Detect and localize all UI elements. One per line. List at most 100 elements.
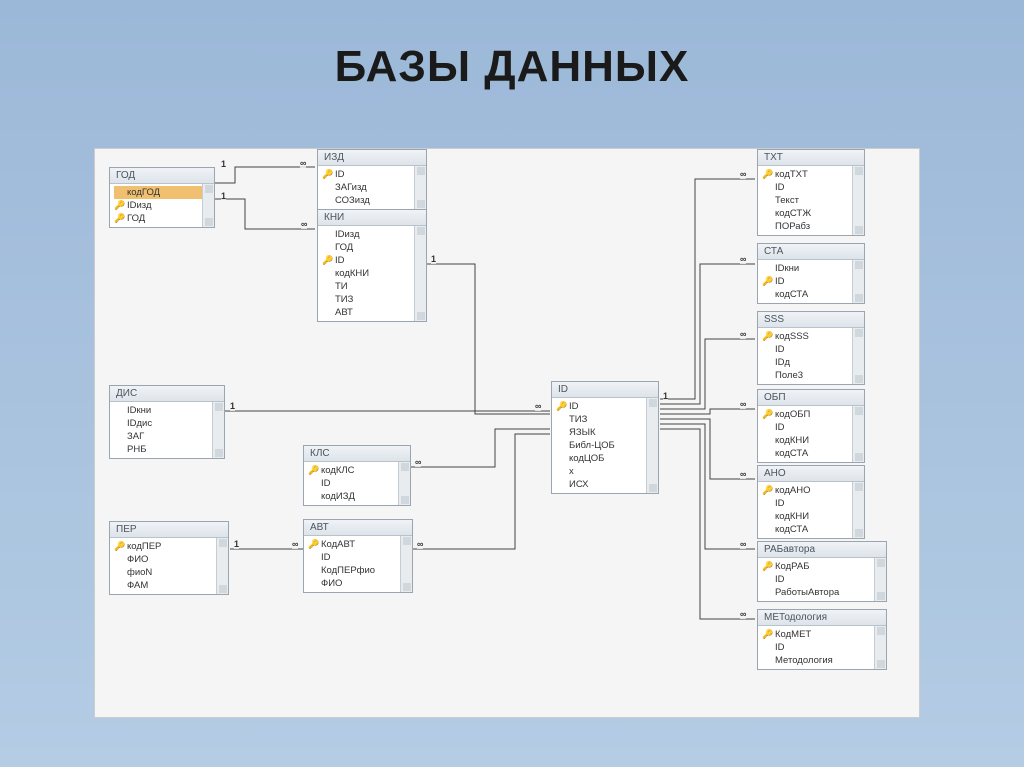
field-name: IDд <box>773 357 790 368</box>
table-row[interactable]: 🔑ID <box>322 254 426 267</box>
field-name: ТИЗ <box>567 414 587 425</box>
field-name: ИСХ <box>567 479 589 490</box>
table-row[interactable]: кодИЗД <box>308 490 410 503</box>
table-row[interactable]: кодКНИ <box>322 267 426 280</box>
table-kni[interactable]: КНИ IDиздГОД🔑IDкодКНИТИТИЗАВТ <box>317 209 427 322</box>
table-row[interactable]: ID <box>762 573 886 586</box>
scrollbar[interactable] <box>852 482 864 538</box>
table-row[interactable]: IDкни <box>762 262 864 275</box>
table-row[interactable]: ПОРабз <box>762 220 864 233</box>
table-row[interactable]: 🔑кодКЛС <box>308 464 410 477</box>
table-row[interactable]: 🔑ID <box>762 275 864 288</box>
table-met[interactable]: МЕТодология 🔑КодМЕТIDМетодология <box>757 609 887 670</box>
table-row[interactable]: СОЗизд <box>322 194 426 207</box>
table-row[interactable]: ИСХ <box>556 478 658 491</box>
table-cta[interactable]: СТА IDкни🔑IDкодСТА <box>757 243 865 304</box>
table-row[interactable]: 🔑ГОД <box>114 212 214 225</box>
table-row[interactable]: ID <box>308 551 412 564</box>
table-row[interactable]: ID <box>762 641 886 654</box>
field-name: Текст <box>773 195 799 206</box>
table-row[interactable]: ID <box>762 181 864 194</box>
table-row[interactable]: 🔑кодОБП <box>762 408 864 421</box>
scrollbar[interactable] <box>852 260 864 303</box>
table-row[interactable]: КодПЕРфио <box>308 564 412 577</box>
table-row[interactable]: IDкни <box>114 404 224 417</box>
table-row[interactable]: ФИО <box>308 577 412 590</box>
scrollbar[interactable] <box>852 166 864 235</box>
scrollbar[interactable] <box>212 402 224 458</box>
diagram-canvas: 1 ∞ 1 ∞ 1 ∞ 1 ∞ ∞ 1 ∞ 1 ∞ ∞ ∞ ∞ ∞ ∞ ∞ ГО… <box>94 148 920 718</box>
table-row[interactable]: ID <box>762 343 864 356</box>
table-dis[interactable]: ДИС IDкниIDдисЗАГРНБ <box>109 385 225 459</box>
table-row[interactable]: РаботыАвтора <box>762 586 886 599</box>
table-row[interactable]: ЯЗЫК <box>556 426 658 439</box>
scrollbar[interactable] <box>414 226 426 321</box>
table-row[interactable]: 🔑КодРАБ <box>762 560 886 573</box>
table-row[interactable]: x <box>556 465 658 478</box>
table-row[interactable]: АВТ <box>322 306 426 319</box>
table-row[interactable]: 🔑IDизд <box>114 199 214 212</box>
table-row[interactable]: ТИ <box>322 280 426 293</box>
table-row[interactable]: 🔑кодАНО <box>762 484 864 497</box>
scrollbar[interactable] <box>414 166 426 209</box>
scrollbar[interactable] <box>400 536 412 592</box>
table-rab[interactable]: РАБавтора 🔑КодРАБIDРаботыАвтора <box>757 541 887 602</box>
table-row[interactable]: ФАМ <box>114 579 228 592</box>
table-row[interactable]: IDдис <box>114 417 224 430</box>
table-row[interactable]: 🔑ID <box>322 168 426 181</box>
table-id[interactable]: ID 🔑IDТИЗЯЗЫКБибл-ЦОБкодЦОБxИСХ <box>551 381 659 494</box>
table-kls[interactable]: КЛС 🔑кодКЛСIDкодИЗД <box>303 445 411 506</box>
card-one: 1 <box>234 539 239 549</box>
table-row[interactable]: Методология <box>762 654 886 667</box>
field-name: ID <box>319 552 331 563</box>
table-row[interactable]: 🔑кодПЕР <box>114 540 228 553</box>
table-row[interactable]: ТИЗ <box>556 413 658 426</box>
table-row[interactable]: ID <box>762 497 864 510</box>
table-row[interactable]: фиоN <box>114 566 228 579</box>
table-row[interactable]: кодСТЖ <box>762 207 864 220</box>
table-row[interactable]: Текст <box>762 194 864 207</box>
table-row[interactable]: ЗАГ <box>114 430 224 443</box>
table-sss[interactable]: SSS 🔑кодSSSIDIDдПоле3 <box>757 311 865 385</box>
table-row[interactable]: кодСТА <box>762 447 864 460</box>
scrollbar[interactable] <box>874 626 886 669</box>
table-row[interactable]: IDд <box>762 356 864 369</box>
table-row[interactable]: кодКНИ <box>762 510 864 523</box>
table-row[interactable]: Поле3 <box>762 369 864 382</box>
scrollbar[interactable] <box>216 538 228 594</box>
table-god[interactable]: ГОД кодГОД🔑IDизд🔑ГОД <box>109 167 215 228</box>
table-row[interactable]: РНБ <box>114 443 224 456</box>
table-row[interactable]: ЗАГизд <box>322 181 426 194</box>
table-txt[interactable]: ТХТ 🔑кодТХТIDТексткодСТЖПОРабз <box>757 149 865 236</box>
scrollbar[interactable] <box>852 328 864 384</box>
table-row[interactable]: Библ-ЦОБ <box>556 439 658 452</box>
table-row[interactable]: кодГОД <box>114 186 214 199</box>
table-row[interactable]: 🔑ID <box>556 400 658 413</box>
table-per[interactable]: ПЕР 🔑кодПЕРФИОфиоNФАМ <box>109 521 229 595</box>
table-izd[interactable]: ИЗД 🔑IDЗАГиздСОЗизд <box>317 149 427 210</box>
table-row[interactable]: 🔑КодМЕТ <box>762 628 886 641</box>
scrollbar[interactable] <box>202 184 214 227</box>
table-row[interactable]: 🔑кодТХТ <box>762 168 864 181</box>
table-row[interactable]: ГОД <box>322 241 426 254</box>
scrollbar[interactable] <box>398 462 410 505</box>
table-row[interactable]: кодСТА <box>762 523 864 536</box>
table-row[interactable]: ФИО <box>114 553 228 566</box>
table-ano[interactable]: АНО 🔑кодАНОIDкодКНИкодСТА <box>757 465 865 539</box>
scrollbar[interactable] <box>646 398 658 493</box>
table-avt[interactable]: АВТ 🔑КодАВТIDКодПЕРфиоФИО <box>303 519 413 593</box>
scrollbar[interactable] <box>874 558 886 601</box>
table-row[interactable]: ID <box>762 421 864 434</box>
table-row[interactable]: кодКНИ <box>762 434 864 447</box>
table-row[interactable]: кодЦОБ <box>556 452 658 465</box>
scrollbar[interactable] <box>852 406 864 462</box>
table-row[interactable]: ID <box>308 477 410 490</box>
key-icon: 🔑 <box>114 200 125 211</box>
table-row[interactable]: ТИЗ <box>322 293 426 306</box>
table-obp[interactable]: ОБП 🔑кодОБПIDкодКНИкодСТА <box>757 389 865 463</box>
table-row[interactable]: 🔑КодАВТ <box>308 538 412 551</box>
table-row[interactable]: кодСТА <box>762 288 864 301</box>
key-icon: 🔑 <box>762 276 773 287</box>
table-row[interactable]: 🔑кодSSS <box>762 330 864 343</box>
table-row[interactable]: IDизд <box>322 228 426 241</box>
